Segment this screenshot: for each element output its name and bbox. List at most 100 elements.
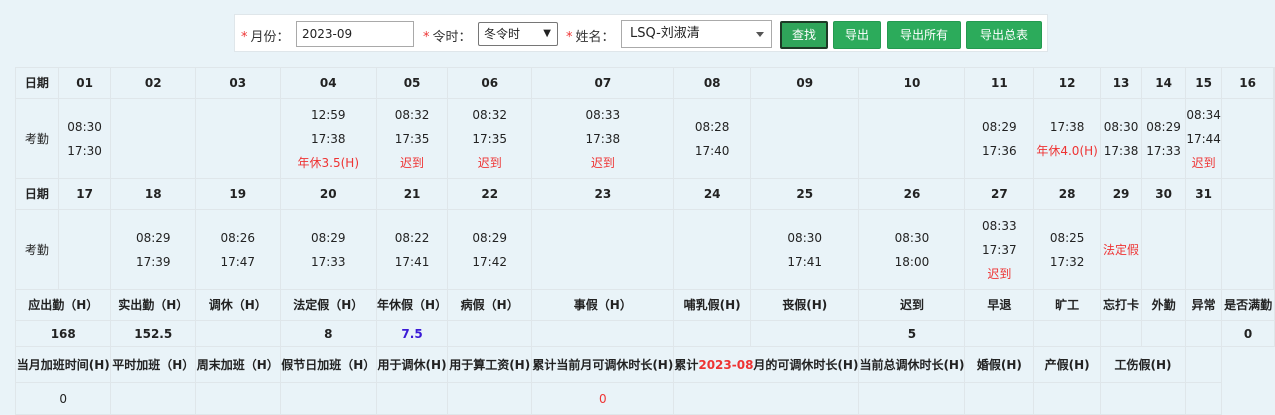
attendance-entry: 17:38 [1049, 119, 1085, 134]
overtime-value [376, 382, 449, 415]
blank-cell [1273, 178, 1275, 210]
name-combobox[interactable]: LSQ-刘淑清 [621, 20, 772, 48]
attendance-label: 考勤 [15, 209, 59, 290]
day-attendance-cell [1185, 209, 1223, 290]
season-label-text: 令时： [432, 30, 472, 45]
day-number: 13 [1099, 67, 1143, 99]
summary-value [1033, 320, 1101, 347]
summary-header-row: 应出勤（H） 实出勤（H） 调休（H） 法定假（H） 年休假（H） 病假（H） 事假（H）哺… [14, 289, 1275, 321]
attendance-entry: 17:38 [585, 131, 621, 146]
day-number: 06 [447, 67, 533, 99]
day-number: 17 [57, 178, 112, 210]
day-number: 11 [964, 67, 1035, 99]
day-attendance-cell: 08:29 17:33 [279, 209, 378, 290]
season-select-value: 冬令时 [484, 27, 521, 41]
day-attendance-cell: 08:30 17:41 [749, 209, 860, 290]
day-number: 31 [1185, 178, 1223, 210]
attendance-entry: 12:59 [310, 107, 346, 122]
required-mark: * [241, 30, 248, 45]
attendance-entry: 17:36 [982, 143, 1017, 158]
overtime-value [447, 382, 533, 415]
attendance-entry: 迟到 [477, 155, 502, 170]
summary-value: 5 [858, 320, 966, 347]
required-mark: * [423, 30, 430, 45]
overtime-header-text: 周末加班（H） [196, 357, 279, 372]
summary-header: 哺乳假(H) [673, 289, 751, 321]
overtime-header-text: 月的可调休时长(H) [753, 357, 859, 372]
summary-header: 年休假（H） [376, 289, 449, 321]
attendance-entry: 18:00 [894, 254, 930, 269]
attendance-entry: 17:32 [1049, 254, 1085, 269]
export-all-button[interactable]: 导出所有 [887, 21, 961, 49]
overtime-header: 工伤假(H) [1099, 346, 1187, 383]
name-label-text: 姓名： [575, 30, 615, 45]
attendance-entry: 08:29 [310, 230, 346, 245]
attendance-entry: 法定假 [1103, 242, 1140, 257]
overtime-value [1185, 382, 1223, 415]
day-attendance-cell [1141, 209, 1187, 290]
overtime-value [279, 382, 378, 415]
day-attendance-cell: 08:29 17:42 [447, 209, 533, 290]
summary-value-text: 168 [50, 326, 76, 341]
overtime-header-text: 假节日加班（H） [281, 357, 376, 372]
attendance-entry: 17:41 [787, 254, 823, 269]
export-summary-button[interactable]: 导出总表 [966, 21, 1042, 49]
season-select[interactable]: 冬令时 ▼ [478, 22, 558, 46]
overtime-header: 婚假(H) [964, 346, 1035, 383]
day-number: 16 [1221, 67, 1274, 99]
season-label: * 令时： [423, 26, 472, 45]
overtime-header: 当月加班时间(H) [14, 346, 112, 383]
summary-value: 168 [14, 320, 112, 347]
attendance-entry: 17:37 [982, 242, 1017, 257]
overtime-header: 周末加班（H） [195, 346, 281, 383]
day-attendance-cell: 08:30 18:00 [858, 209, 966, 290]
day-attendance-cell: 08:29 17:33 [1141, 98, 1187, 179]
summary-value-row: 168 152.5 8 7.5 5 0 [14, 320, 1275, 347]
overtime-value: 0 [14, 382, 112, 415]
month-label: * 月份： [241, 26, 290, 45]
name-label: * 姓名： [566, 26, 615, 45]
summary-value: 152.5 [110, 320, 196, 347]
summary-header: 是否满勤 [1221, 289, 1275, 321]
summary-header: 调休（H） [195, 289, 281, 321]
day-attendance-cell: 08:28 17:40 [673, 98, 751, 179]
day-number: 21 [376, 178, 449, 210]
summary-value-text: 0 [1243, 326, 1253, 341]
day-number: 03 [195, 67, 281, 99]
overtime-header: 假节日加班（H） [279, 346, 378, 383]
attendance-entry: 17:33 [310, 254, 346, 269]
attendance-entry: 08:29 [472, 230, 507, 245]
export-button[interactable]: 导出 [833, 21, 881, 49]
attendance-entry: 17:38 [310, 131, 346, 146]
overtime-value [858, 382, 966, 415]
attendance-entry: 08:30 [787, 230, 823, 245]
day-number: 24 [673, 178, 751, 210]
attendance-row: 考勤 08:29 17:39 08:26 17:47 08:29 17:33 08:22 17:… [15, 209, 1275, 290]
summary-value-text: 5 [907, 326, 917, 341]
overtime-value [673, 382, 860, 415]
day-attendance-cell: 08:29 17:36 [964, 98, 1035, 179]
caret-down-icon [756, 32, 764, 37]
overtime-header: 平时加班（H） [110, 346, 196, 383]
overtime-value-text: 0 [599, 391, 607, 406]
day-attendance-cell: 08:32 17:35 迟到 [376, 98, 449, 179]
day-number: 02 [110, 67, 196, 99]
summary-header: 丧假(H) [749, 289, 860, 321]
attendance-grid: 日期 01 02 03 04 05 06 07 08 09 10 11 12 13 14 15 16 考勤 08:3… [14, 67, 1275, 415]
summary-header: 病假（H） [447, 289, 533, 321]
day-attendance-cell: 08:33 17:38 迟到 [531, 98, 675, 179]
day-number: 07 [531, 67, 675, 99]
summary-value: 7.5 [376, 320, 449, 347]
month-input[interactable]: 2023-09 [296, 21, 414, 47]
overtime-value [1033, 382, 1101, 415]
overtime-header: 累计当前月可调休时长(H) [531, 346, 675, 383]
day-number: 25 [749, 178, 860, 210]
day-attendance-cell [1221, 209, 1274, 290]
day-number: 26 [858, 178, 966, 210]
summary-value: 8 [279, 320, 378, 347]
required-mark: * [566, 30, 573, 45]
overtime-value: 0 [531, 382, 675, 415]
search-button[interactable]: 查找 [780, 21, 828, 49]
chevron-down-icon: ▼ [543, 28, 551, 39]
summary-header: 事假（H） [531, 289, 675, 321]
